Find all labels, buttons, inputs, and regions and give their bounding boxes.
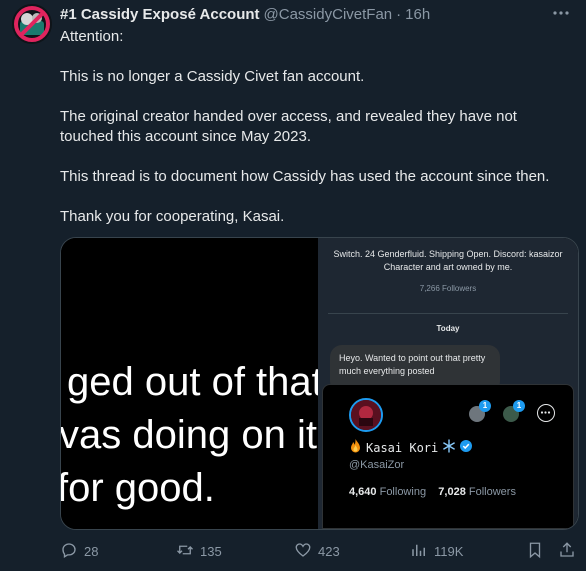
retweet-button[interactable]: 135 <box>176 541 222 562</box>
profile-bio: Switch. 24 Genderfluid. Shipping Open. D… <box>333 249 563 272</box>
divider <box>328 313 568 314</box>
today-label: Today <box>436 324 460 333</box>
notification-badge: 1 <box>513 400 525 412</box>
views-button[interactable]: 119K <box>410 541 463 562</box>
following-count[interactable]: 4,640 <box>349 486 377 498</box>
tweet-body: Attention: This is no longer a Cassidy C… <box>60 27 570 227</box>
like-count: 423 <box>318 544 340 559</box>
retweet-count: 135 <box>200 544 222 559</box>
profile-avatar[interactable] <box>349 398 383 432</box>
profile-name[interactable]: Kasai Kori <box>366 441 438 455</box>
more-options-icon[interactable] <box>537 404 555 422</box>
author-handle[interactable]: @CassidyCivetFan <box>264 6 393 23</box>
timestamp[interactable]: 16h <box>405 6 430 23</box>
bookmark-button[interactable] <box>526 541 544 562</box>
tweet-media[interactable]: ged out of that a vas doing on it a for … <box>60 237 579 530</box>
notification-badge: 1 <box>479 400 491 412</box>
heart-icon <box>294 541 312 562</box>
mutual-avatar[interactable]: 1 <box>503 400 525 422</box>
mutual-avatar[interactable]: 1 <box>469 400 491 422</box>
profile-name-row: Kasai Kori <box>349 439 473 456</box>
view-count: 119K <box>434 544 464 559</box>
like-button[interactable]: 423 <box>294 541 340 562</box>
snowflake-icon <box>442 439 456 456</box>
tweet-paragraph: This thread is to document how Cassidy h… <box>60 168 550 185</box>
followers-count[interactable]: 7,028 <box>438 486 466 498</box>
following-label: Following <box>379 486 427 498</box>
reply-icon <box>60 541 78 562</box>
retweet-icon <box>176 541 194 562</box>
tweet-paragraph: The original creator handed over access,… <box>60 108 517 145</box>
reply-count: 28 <box>84 544 99 559</box>
tweet-header: #1 Cassidy Exposé Account @CassidyCivetF… <box>60 4 430 24</box>
verified-badge-icon <box>460 440 473 455</box>
media-image-left[interactable]: ged out of that a vas doing on it a for … <box>61 238 318 529</box>
followers-label: Followers <box>468 486 516 498</box>
share-icon <box>558 541 576 562</box>
profile-stats: 4,640 Following 7,028 Followers <box>349 486 516 498</box>
image-text-line: vas doing on it a <box>61 413 318 457</box>
more-options-icon[interactable] <box>550 6 572 20</box>
tweet-paragraph: This is no longer a Cassidy Civet fan ac… <box>60 68 365 85</box>
reply-button[interactable]: 28 <box>60 541 98 562</box>
analytics-icon <box>410 541 428 562</box>
profile-handle[interactable]: @KasaiZor <box>349 459 404 471</box>
profile-hover-card: 1 1 Kasai Kori @KasaiZor 4,640 Following <box>322 384 574 529</box>
tweet-paragraph: Attention: <box>60 28 124 45</box>
separator-dot: · <box>396 5 402 23</box>
image-text-line: for good. <box>61 466 215 510</box>
image-text-line: ged out of that a <box>67 360 318 404</box>
fire-icon <box>349 439 362 456</box>
share-button[interactable] <box>558 541 576 562</box>
tweet-paragraph: Thank you for cooperating, Kasai. <box>60 208 285 225</box>
followers-line: 7,266 Followers <box>419 284 477 293</box>
bookmark-icon <box>526 541 544 562</box>
author-name[interactable]: #1 Cassidy Exposé Account <box>60 6 260 23</box>
tweet-actions: 28 135 423 119K <box>60 541 580 561</box>
author-avatar[interactable] <box>12 4 52 44</box>
